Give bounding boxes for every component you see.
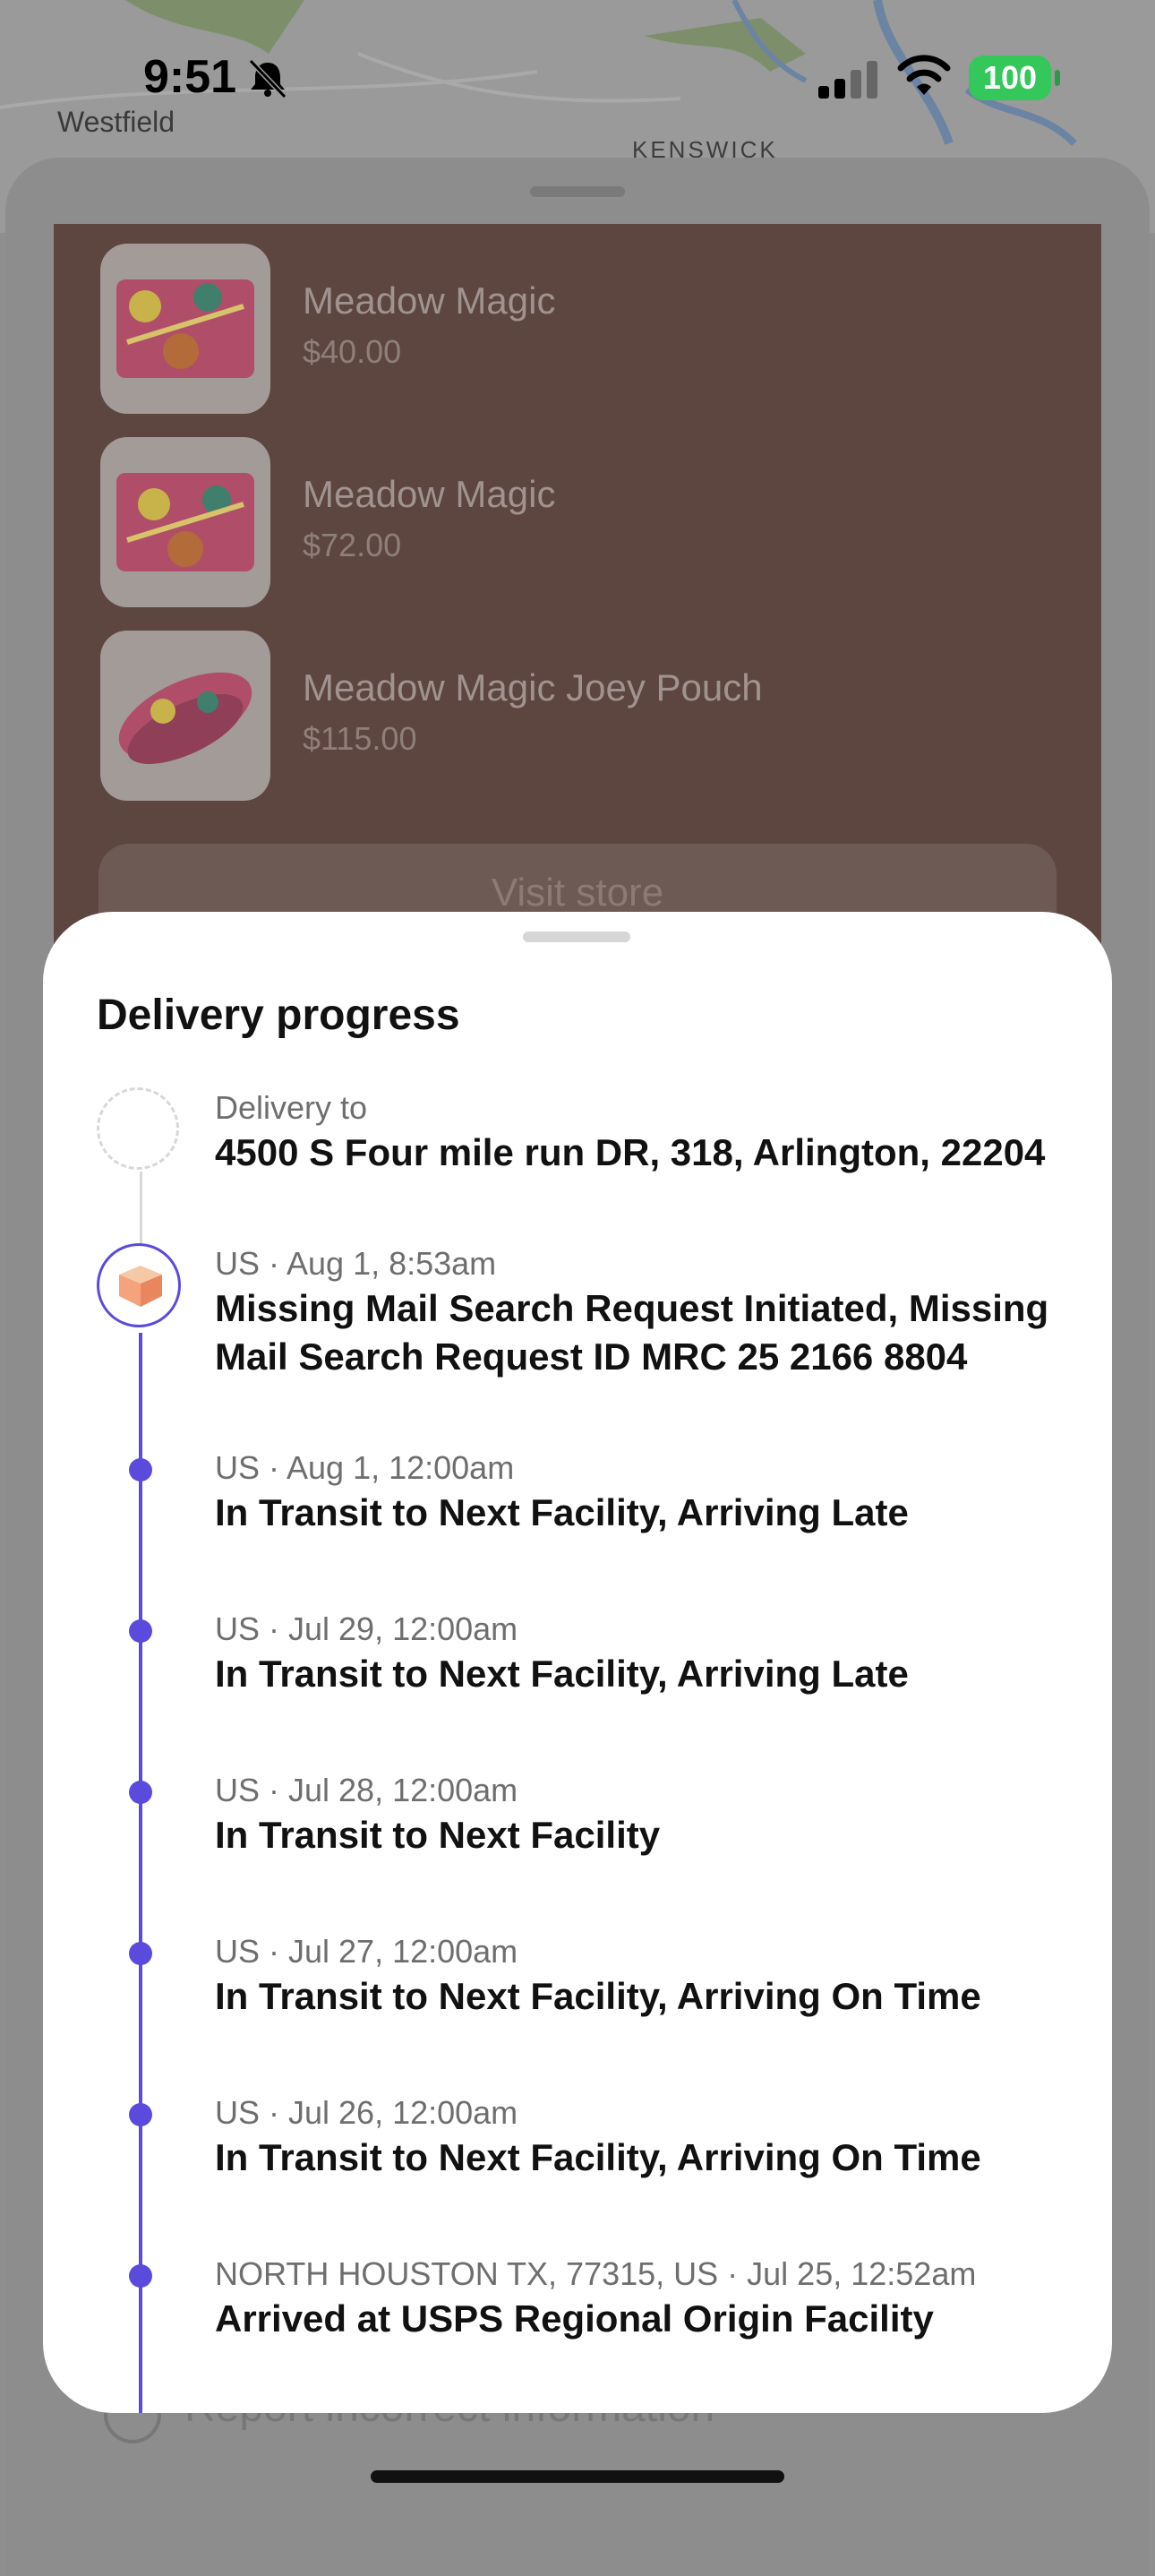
event-meta: NORTH HOUSTON TX, 77315, US · Jul 25, 12…	[215, 2255, 977, 2292]
timeline-dot	[129, 1942, 152, 1965]
product-thumbnail	[100, 244, 270, 414]
event-title: In Transit to Next Facility, Arriving On…	[215, 1975, 981, 2017]
status-bar: 9:51 100	[0, 0, 1155, 152]
store-sheet-handle[interactable]	[530, 186, 625, 197]
product-image-pouch	[116, 473, 254, 571]
event-meta: US · Aug 1, 12:00am	[215, 1449, 515, 1486]
product-price: $40.00	[303, 333, 402, 370]
wifi-icon	[897, 55, 951, 95]
product-thumbnail	[100, 437, 270, 607]
package-icon-marker	[97, 1243, 181, 1327]
product-item[interactable]: Meadow Magic $40.00	[100, 244, 1085, 414]
event-title: In Transit to Next Facility, Arriving La…	[215, 1653, 909, 1695]
tracking-event: US · Jul 27, 12:00am In Transit to Next …	[215, 1931, 1101, 2021]
tracking-event: NORTH HOUSTON TX, 77315, US · Jul 25, 12…	[215, 2254, 1101, 2343]
destination-address: 4500 S Four mile run DR, 318, Arlington,…	[215, 1131, 1046, 1173]
sheet-title: Delivery progress	[97, 992, 460, 1039]
event-title: Arrived at USPS Regional Origin Facility	[215, 2297, 934, 2340]
tracking-event: US · Jul 28, 12:00am In Transit to Next …	[215, 1770, 1101, 1859]
product-thumbnail	[100, 631, 270, 801]
event-title: Missing Mail Search Request Initiated, M…	[215, 1287, 1049, 1378]
event-meta: US · Jul 28, 12:00am	[215, 1772, 518, 1808]
destination-marker	[97, 1087, 179, 1170]
timeline-dot	[129, 1458, 152, 1481]
timeline-connector	[139, 1333, 142, 2413]
timeline-dot	[129, 1781, 152, 1804]
timeline-dot	[129, 2264, 152, 2288]
event-title: In Transit to Next Facility, Arriving On…	[215, 2136, 981, 2178]
delivery-destination: Delivery to 4500 S Four mile run DR, 318…	[215, 1087, 1101, 1177]
destination-label: Delivery to	[215, 1089, 368, 1126]
event-meta: US · Aug 1, 8:53am	[215, 1245, 497, 1282]
product-item[interactable]: Meadow Magic Joey Pouch $115.00	[100, 631, 1085, 801]
event-title: In Transit to Next Facility	[215, 1814, 661, 1856]
event-meta: US · Jul 26, 12:00am	[215, 2094, 518, 2131]
event-meta: US · Jul 27, 12:00am	[215, 1933, 518, 1970]
silent-bell-icon	[248, 58, 287, 99]
cellular-signal-icon	[818, 61, 877, 99]
product-image-pouch	[116, 279, 254, 378]
tracking-event: US · Aug 1, 8:53am Missing Mail Search R…	[215, 1243, 1101, 1381]
timeline-dot	[129, 1619, 152, 1643]
status-time: 9:51	[143, 51, 237, 103]
battery-indicator: 100	[969, 56, 1051, 100]
timeline-dot	[129, 2103, 152, 2126]
product-name: Meadow Magic	[303, 279, 556, 322]
product-item[interactable]: Meadow Magic $72.00	[100, 437, 1085, 607]
battery-tip	[1055, 70, 1060, 86]
delivery-progress-sheet: Delivery progress Delivery to 4500 S Fou…	[43, 912, 1112, 2413]
package-icon	[119, 1266, 162, 1307]
product-price: $72.00	[303, 527, 402, 563]
product-price: $115.00	[303, 720, 417, 757]
tracking-event: US · Aug 1, 12:00am In Transit to Next F…	[215, 1447, 1101, 1537]
tracking-event: US · Jul 29, 12:00am In Transit to Next …	[215, 1609, 1101, 1698]
product-name: Meadow Magic Joey Pouch	[303, 666, 763, 708]
event-meta: US · Jul 29, 12:00am	[215, 1610, 518, 1647]
product-image-pouch	[118, 672, 252, 764]
battery-level: 100	[982, 59, 1038, 96]
sheet-drag-handle[interactable]	[523, 932, 630, 942]
store-panel: Meadow Magic $40.00 Meadow Magic $72.00 …	[54, 224, 1101, 1030]
event-title: In Transit to Next Facility, Arriving La…	[215, 1491, 909, 1533]
tracking-event: US · Jul 26, 12:00am In Transit to Next …	[215, 2092, 1101, 2182]
home-indicator[interactable]	[371, 2470, 784, 2483]
product-name: Meadow Magic	[303, 473, 556, 515]
